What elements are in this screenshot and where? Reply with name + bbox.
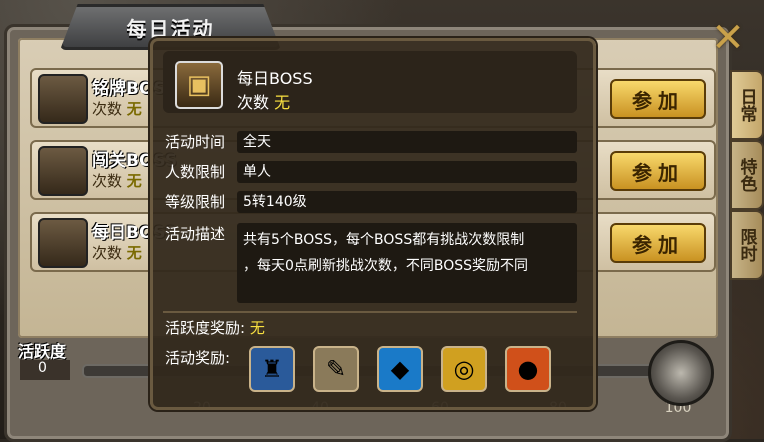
tab-daily[interactable]: 日常 <box>730 70 764 140</box>
popup-title: 每日BOSS <box>237 69 313 88</box>
boss-portrait-icon <box>38 74 88 124</box>
time-label: 活动时间 <box>165 133 226 151</box>
description-box: 共有5个BOSS，每个BOSS都有挑战次数限制 ，每天0点刷新挑战次数，不同BO… <box>237 223 577 303</box>
desc-line: ，每天0点刷新挑战次数，不同BOSS奖励不同 <box>243 258 529 274</box>
reward-label: 活动奖励: <box>165 349 231 367</box>
activity-label: 活跃度 <box>18 342 67 361</box>
desc-label: 活动描述 <box>165 225 226 243</box>
activity-value: 0 <box>20 360 70 380</box>
tab-special-label: 特色 <box>736 158 757 192</box>
divider <box>163 311 577 313</box>
treasure-chest-icon: ▣ <box>175 61 223 109</box>
blue-armor-icon[interactable]: ♜ <box>249 346 295 392</box>
blue-gem-icon[interactable]: ◆ <box>377 346 423 392</box>
row-count: 次数 无 <box>92 244 142 262</box>
tab-special[interactable]: 特色 <box>730 140 764 210</box>
row-count: 次数 无 <box>92 100 142 118</box>
close-icon: ✕ <box>711 15 745 61</box>
tab-limited-label: 限时 <box>736 228 757 262</box>
tab-daily-label: 日常 <box>736 88 757 122</box>
join-button[interactable]: 参加 <box>610 151 706 191</box>
popup-header <box>163 51 577 113</box>
treasure-chest-icon <box>38 218 88 268</box>
people-value: 单人 <box>237 161 577 183</box>
row-count: 次数 无 <box>92 172 142 190</box>
join-button[interactable]: 参加 <box>610 79 706 119</box>
tab-limited[interactable]: 限时 <box>730 210 764 280</box>
scroll-icon[interactable]: ✎ <box>313 346 359 392</box>
level-label: 等级限制 <box>165 193 226 211</box>
desc-line: 共有5个BOSS，每个BOSS都有挑战次数限制 <box>243 232 525 248</box>
time-value: 全天 <box>237 131 577 153</box>
level-value: 5转140级 <box>237 191 577 213</box>
final-reward-chest-icon[interactable] <box>648 340 714 406</box>
popup-count: 次数 无 <box>237 93 291 112</box>
join-button[interactable]: 参加 <box>610 223 706 263</box>
people-label: 人数限制 <box>165 163 226 181</box>
close-button[interactable]: ✕ <box>708 15 748 61</box>
gold-ring-icon[interactable]: ◎ <box>441 346 487 392</box>
fire-orb-icon[interactable]: ● <box>505 346 551 392</box>
activity-detail-popup: ▣ 每日BOSS 次数 无 活动时间 全天 人数限制 单人 等级限制 5转140… <box>150 38 596 410</box>
boss-portrait-icon <box>38 146 88 196</box>
activity-reward: 活跃度奖励: 无 <box>165 319 265 337</box>
